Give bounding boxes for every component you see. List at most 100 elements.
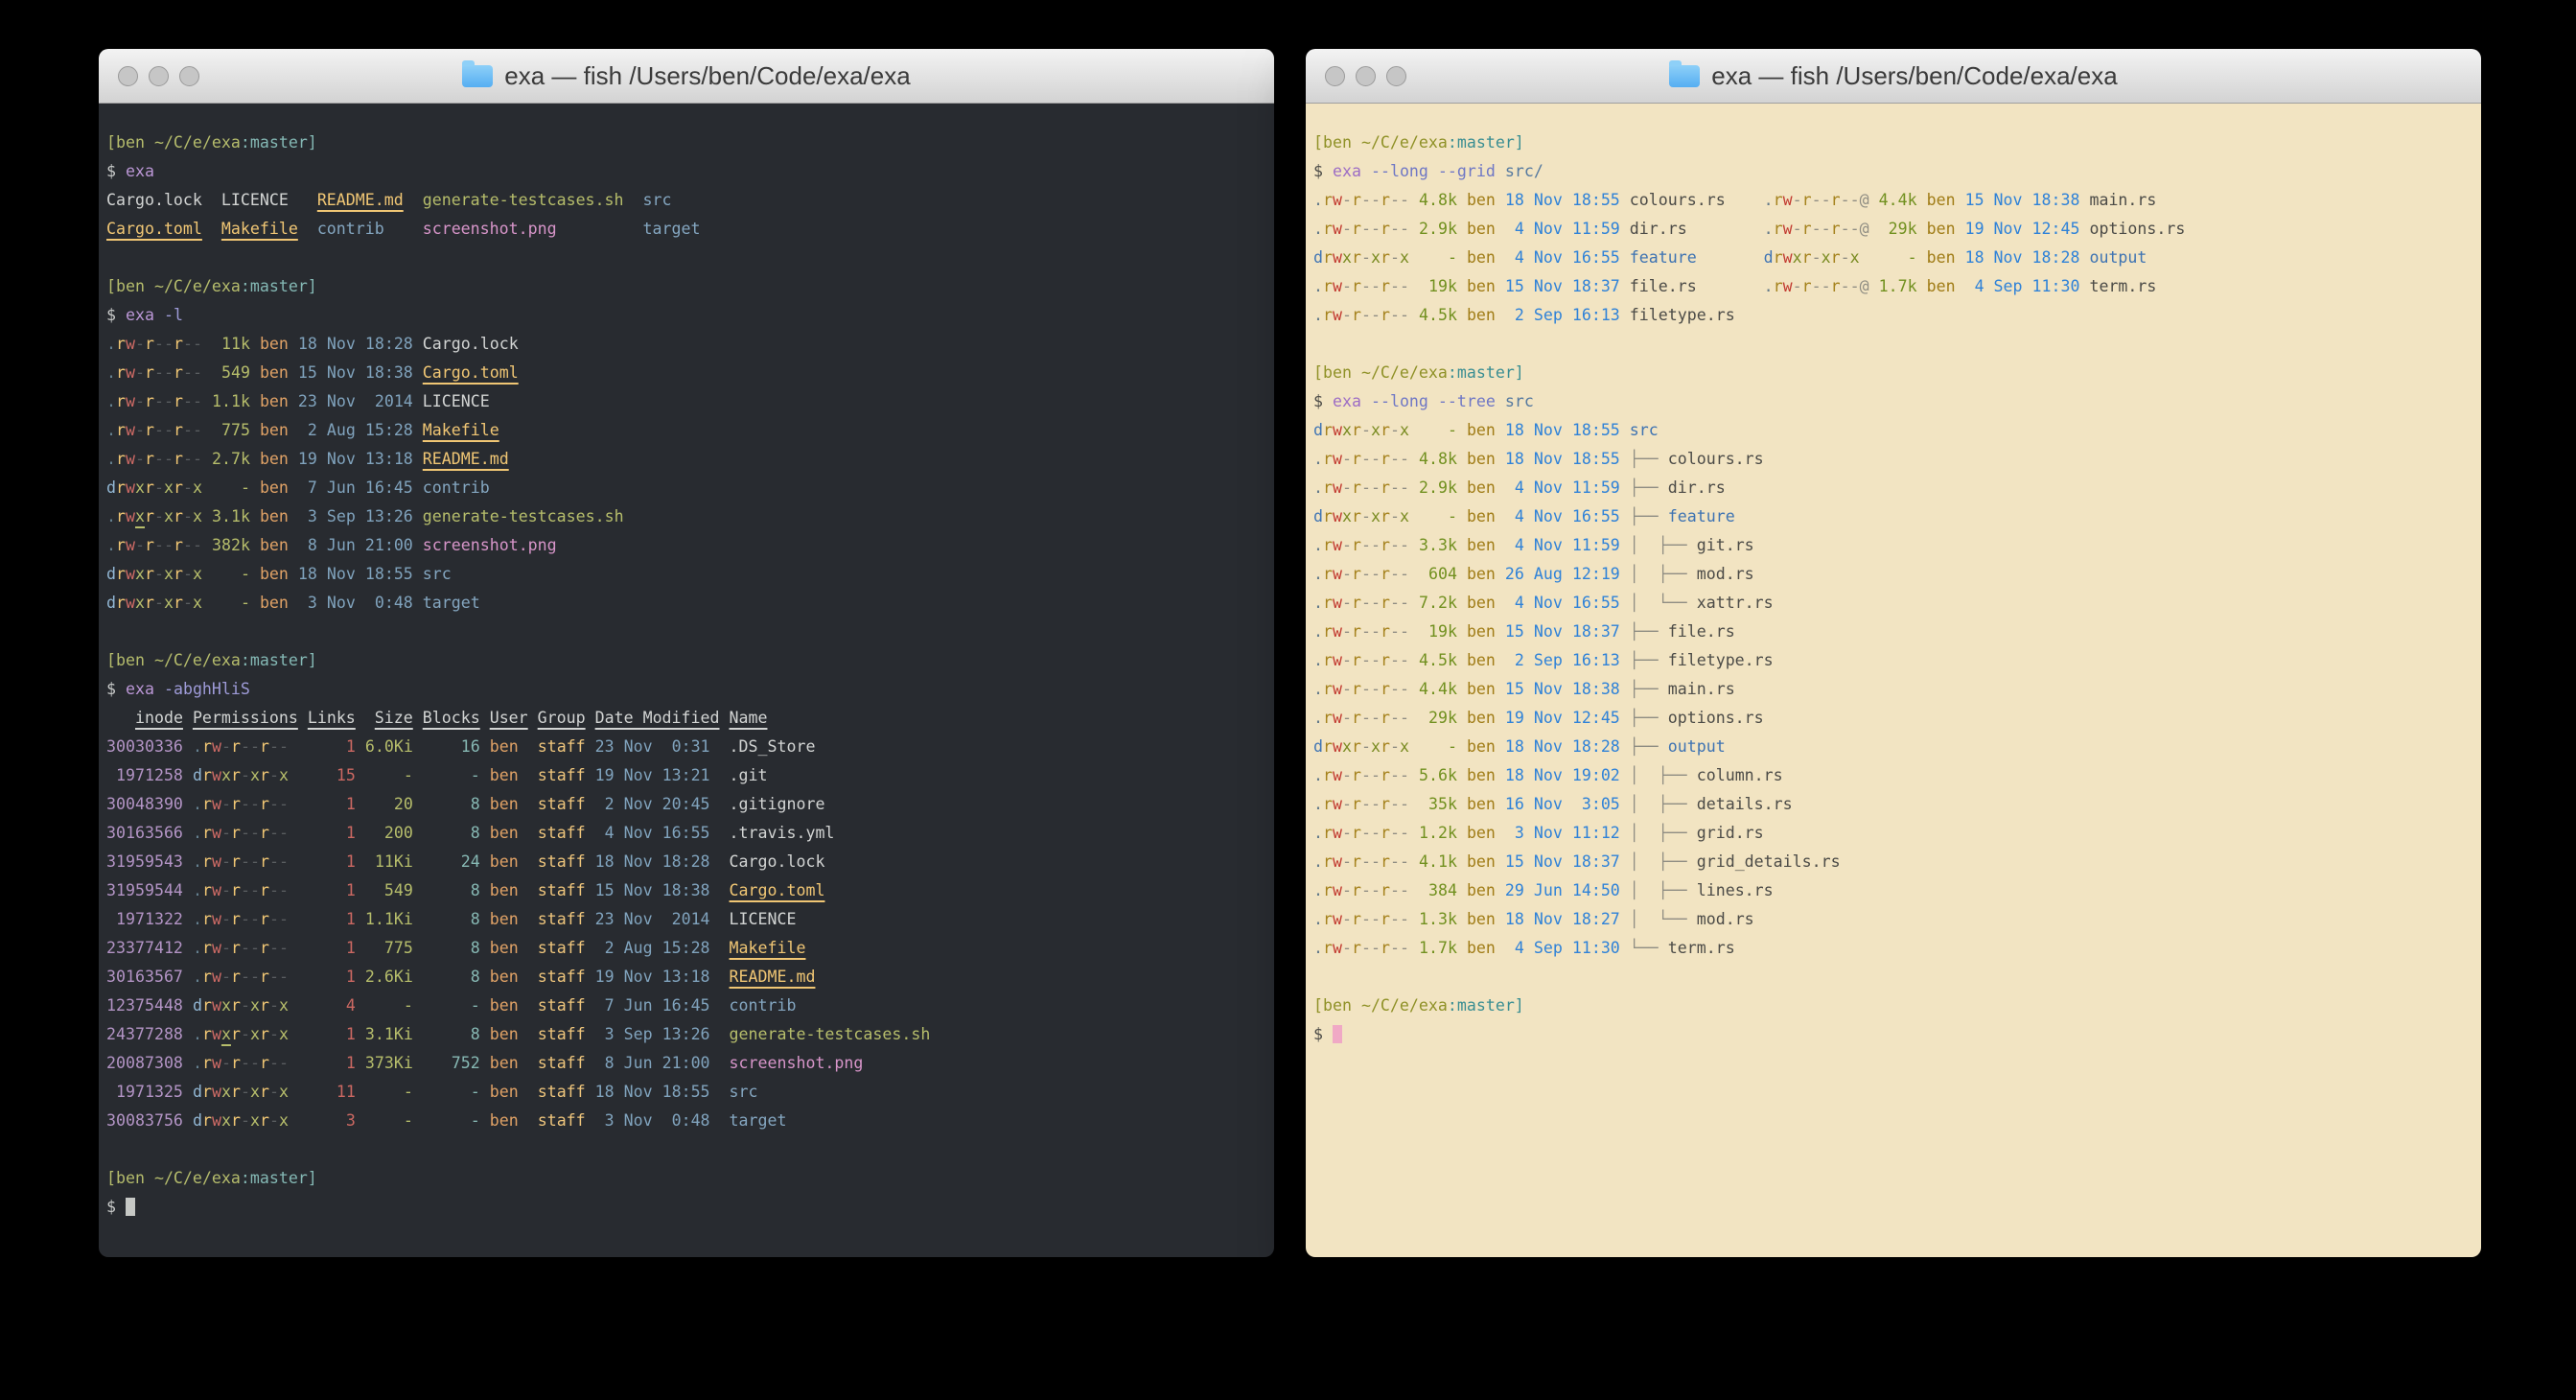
- text-segment: [ben ~/C/e/exa: [1313, 363, 1448, 382]
- permission-char: -: [1400, 594, 1409, 612]
- minimize-button[interactable]: [149, 66, 169, 86]
- text-segment: ben: [480, 766, 519, 784]
- text-segment: 19k: [1409, 622, 1457, 641]
- permission-char: r: [116, 450, 126, 468]
- terminal-line: .rw-r--r-- 2.7k ben 19 Nov 13:18 README.…: [106, 445, 1266, 474]
- permission-char: -: [1793, 277, 1802, 295]
- permission-char: w: [126, 565, 135, 583]
- zoom-button[interactable]: [179, 66, 199, 86]
- permission-char: r: [231, 996, 241, 1015]
- text-segment: staff: [519, 737, 586, 756]
- text-segment: 7 Jun 16:45: [289, 478, 413, 497]
- window-controls: [1325, 49, 1406, 103]
- terminal-line: [1313, 963, 2473, 992]
- permission-char: -: [1390, 565, 1400, 583]
- text-segment: │ └──: [1620, 910, 1697, 928]
- terminal-line: .rw-r--r-- 29k ben 19 Nov 12:45 ├── opti…: [1313, 704, 2473, 733]
- text-segment: -: [413, 996, 480, 1015]
- text-segment: ben: [480, 910, 519, 928]
- permission-char: r: [116, 507, 126, 525]
- text-segment: 8 Jun 21:00: [586, 1054, 710, 1072]
- text-segment: -: [1409, 421, 1457, 439]
- permission-char: -: [1390, 910, 1400, 928]
- text-segment: [183, 1083, 193, 1101]
- minimize-button[interactable]: [1356, 66, 1376, 86]
- text-segment: [1697, 248, 1764, 267]
- zoom-button[interactable]: [1386, 66, 1406, 86]
- text-segment: 30030336: [106, 737, 183, 756]
- close-button[interactable]: [1325, 66, 1345, 86]
- text-segment: staff: [519, 881, 586, 899]
- permission-char: r: [1352, 881, 1361, 899]
- permission-char: x: [1342, 421, 1352, 439]
- permission-char: -: [1793, 191, 1802, 209]
- permission-char: -: [135, 421, 145, 439]
- text-segment: term.rs: [2079, 277, 2156, 295]
- text-segment: 4 Nov 16:55: [1496, 507, 1620, 525]
- text-segment: -: [1409, 248, 1457, 267]
- permission-char: r: [1802, 191, 1812, 209]
- title-bar[interactable]: exa — fish /Users/ben/Code/exa/exa: [99, 49, 1274, 104]
- permission-char: r: [231, 824, 241, 842]
- permission-char: -: [1400, 939, 1409, 957]
- terminal-content[interactable]: [ben ~/C/e/exa:master]$ exaCargo.lock LI…: [99, 104, 1274, 1257]
- permission-char: -: [135, 335, 145, 353]
- text-segment: ben: [480, 1025, 519, 1043]
- text-segment: src: [643, 191, 672, 209]
- text-segment: -: [413, 1083, 480, 1101]
- permission-char: -: [250, 910, 260, 928]
- title-bar[interactable]: exa — fish /Users/ben/Code/exa/exa: [1306, 49, 2481, 104]
- terminal-line: [ben ~/C/e/exa:master]: [106, 272, 1266, 301]
- text-segment: │ ├──: [1620, 536, 1697, 554]
- permission-char: -: [1400, 220, 1409, 238]
- permission-char: r: [1381, 536, 1390, 554]
- permission-char: w: [212, 881, 221, 899]
- text-segment: 23 Nov 0:31: [586, 737, 710, 756]
- permission-char: r: [202, 939, 212, 957]
- text-segment: $: [106, 306, 126, 324]
- text-segment: $: [1313, 1025, 1333, 1043]
- text-segment: [624, 191, 643, 209]
- text-segment: 8: [413, 910, 480, 928]
- close-button[interactable]: [118, 66, 138, 86]
- permission-char: w: [212, 910, 221, 928]
- permission-char: w: [1333, 306, 1342, 324]
- permission-char: r: [202, 766, 212, 784]
- terminal-line: 23377412 .rw-r--r-- 1 775 8 ben staff 2 …: [106, 934, 1266, 963]
- permission-char: r: [1352, 507, 1361, 525]
- text-segment: 26 Aug 12:19: [1496, 565, 1620, 583]
- permission-char: r: [1774, 191, 1783, 209]
- permission-char: r: [202, 1025, 212, 1043]
- text-segment: ben: [1457, 910, 1496, 928]
- text-segment: 29k: [1409, 709, 1457, 727]
- text-segment: inode: [135, 709, 183, 727]
- permission-char: w: [1333, 795, 1342, 813]
- permission-char: -: [1371, 594, 1381, 612]
- text-segment: [1697, 277, 1764, 295]
- text-segment: [298, 709, 308, 727]
- terminal-content[interactable]: [ben ~/C/e/exa:master]$ exa --long --gri…: [1306, 104, 2481, 1257]
- permission-char: w: [212, 737, 221, 756]
- permission-char: x: [1850, 248, 1860, 267]
- text-segment: staff: [519, 824, 586, 842]
- text-segment: [ben ~/C/e/exa: [106, 277, 241, 295]
- text-segment: ├──: [1620, 737, 1668, 756]
- permission-char: w: [1333, 737, 1342, 756]
- permission-char: -: [183, 594, 193, 612]
- text-segment: Size: [375, 709, 413, 727]
- text-segment: .travis.yml: [710, 824, 835, 842]
- text-segment: 8: [413, 824, 480, 842]
- permission-char: x: [135, 594, 145, 612]
- text-segment: 29k: [1869, 220, 1917, 238]
- permission-char: -: [269, 1054, 279, 1072]
- permission-char: w: [1333, 766, 1342, 784]
- permission-char: .: [1313, 565, 1323, 583]
- permission-char: w: [126, 392, 135, 410]
- permission-char: w: [1333, 622, 1342, 641]
- terminal-line: .rw-r--r-- 1.3k ben 18 Nov 18:27 │ └── m…: [1313, 905, 2473, 934]
- text-segment: 549: [356, 881, 413, 899]
- permission-char: @: [1860, 277, 1869, 295]
- permission-char: x: [250, 1025, 260, 1043]
- permission-char: -: [1371, 478, 1381, 497]
- permission-char: -: [250, 795, 260, 813]
